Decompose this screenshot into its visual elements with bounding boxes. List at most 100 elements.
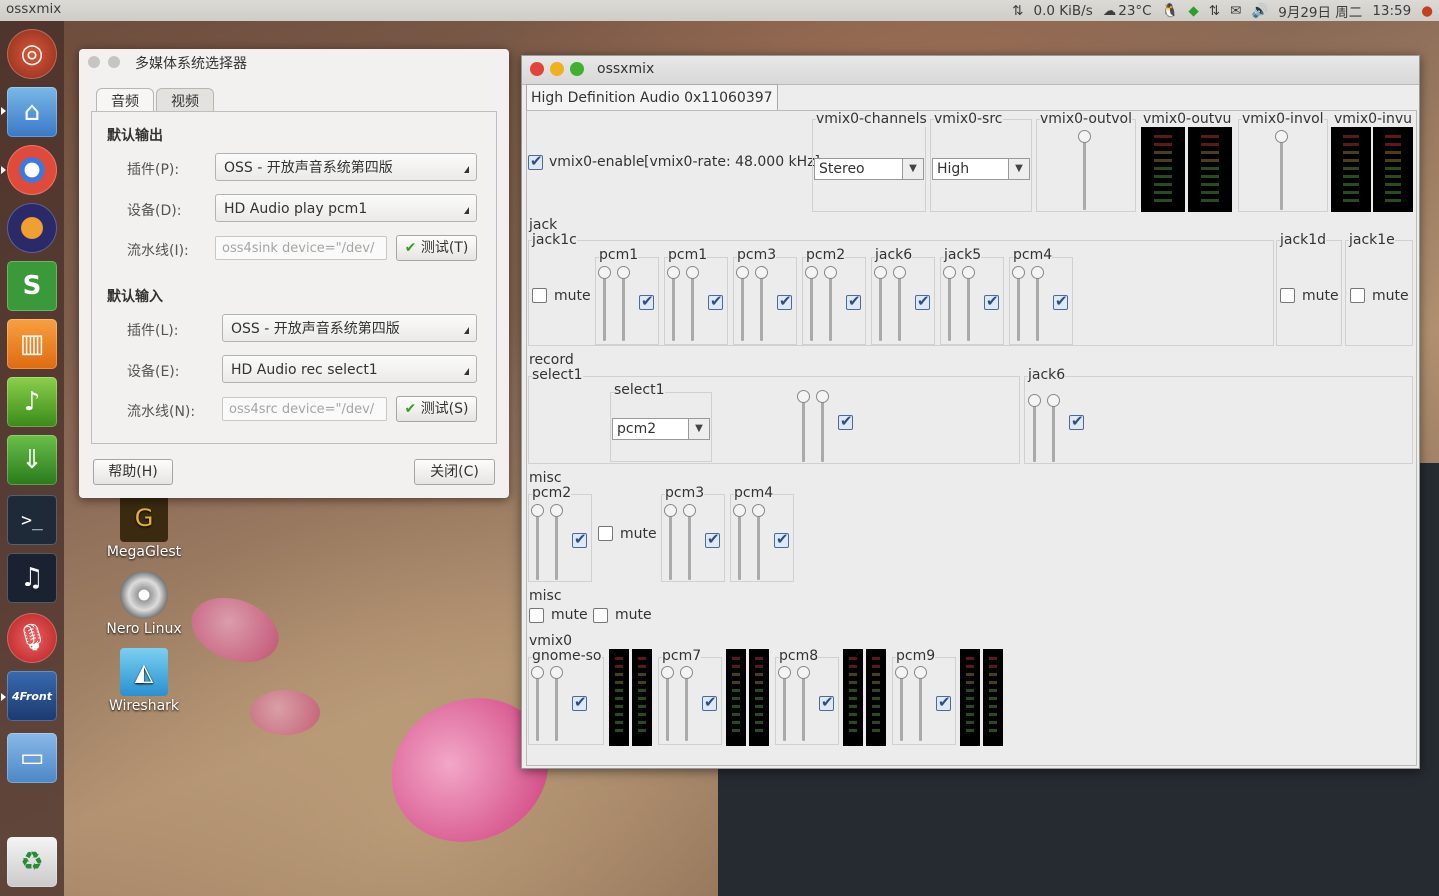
jack-channel-slider-right[interactable] — [1031, 266, 1044, 279]
music-player-icon[interactable]: ♪ — [7, 377, 57, 427]
jack-channel-checkbox[interactable] — [846, 292, 861, 310]
desktop-icon-megaglest[interactable]: G MegaGlest — [96, 494, 192, 560]
vmix0-channel-slider-right[interactable] — [914, 666, 927, 679]
misc-pcm4-checkbox[interactable] — [774, 530, 789, 548]
spreadsheet-icon[interactable]: S — [7, 261, 57, 311]
misc-pcm3-slider-left[interactable] — [664, 504, 677, 517]
volume-icon[interactable]: 🔊 — [1251, 3, 1268, 19]
misc-pcm2-slider-left[interactable] — [531, 504, 544, 517]
vmix0-invol-slider[interactable] — [1275, 130, 1288, 143]
close-button[interactable]: 关闭(C) — [414, 459, 495, 485]
session-gear-icon[interactable]: ● — [1421, 3, 1433, 19]
workspace-icon[interactable]: ▭ — [7, 733, 57, 783]
jack-channel-slider-right[interactable] — [686, 266, 699, 279]
vmix0-channel-slider-left[interactable] — [778, 666, 791, 679]
download-icon[interactable]: ⇓ — [7, 435, 57, 485]
jack-channel-slider-left[interactable] — [874, 266, 887, 279]
clock-time[interactable]: 13:59 — [1372, 3, 1411, 19]
tab-audio[interactable]: 音频 — [96, 88, 154, 113]
vmix0-outvol-slider[interactable] — [1078, 130, 1091, 143]
close-window-icon[interactable] — [530, 62, 544, 76]
clock-date[interactable]: 9月29日 周二 — [1278, 1, 1362, 21]
vmix0-channel-checkbox[interactable] — [819, 693, 834, 711]
tab-video[interactable]: 视频 — [156, 88, 214, 113]
qq-penguin-icon[interactable]: 🐧 — [1162, 3, 1179, 19]
desktop-icon-nero[interactable]: Nero Linux — [96, 571, 192, 637]
audio-player-icon[interactable]: ♫ — [7, 553, 57, 603]
chrome-icon[interactable] — [7, 145, 57, 195]
vmix0-channel-checkbox[interactable] — [936, 693, 951, 711]
jack-channel-slider-right[interactable] — [617, 266, 630, 279]
tab-hd-audio[interactable]: High Definition Audio 0x11060397 — [526, 84, 778, 111]
jack-channel-slider-left[interactable] — [598, 266, 611, 279]
jack-channel-checkbox[interactable] — [708, 292, 723, 310]
vmix0-channel-checkbox[interactable] — [702, 693, 717, 711]
vmix0-src-select[interactable]: High ▼ — [932, 158, 1030, 180]
4front-icon[interactable]: 4Front — [7, 671, 57, 721]
files-icon[interactable]: ⌂ — [7, 87, 57, 137]
misc2-mute2-checkbox[interactable] — [593, 608, 608, 623]
software-center-icon[interactable]: ▥ — [7, 319, 57, 369]
jack-channel-slider-left[interactable] — [805, 266, 818, 279]
help-button[interactable]: 帮助(H) — [93, 459, 173, 485]
misc-pcm3-checkbox[interactable] — [705, 530, 720, 548]
jack-channel-slider-left[interactable] — [1012, 266, 1025, 279]
vmix0-enable-checkbox[interactable] — [528, 152, 543, 170]
vmix0-channel-slider-left[interactable] — [661, 666, 674, 679]
vmix0-channel-slider-right[interactable] — [680, 666, 693, 679]
jack1e-mute-checkbox[interactable] — [1350, 288, 1365, 303]
minimize-window-icon[interactable] — [108, 56, 120, 68]
misc-pcm2-checkbox[interactable] — [572, 530, 587, 548]
jack-channel-checkbox[interactable] — [639, 292, 654, 310]
jack-channel-slider-left[interactable] — [667, 266, 680, 279]
transfer-arrows-icon[interactable]: ⇅ — [1012, 3, 1023, 19]
jack-channel-checkbox[interactable] — [1053, 292, 1068, 310]
trash-icon[interactable]: ♻ — [7, 837, 57, 887]
vmix0-channel-slider-left[interactable] — [895, 666, 908, 679]
input-test-button[interactable]: ✔ 测试(S) — [396, 396, 477, 422]
jack-channel-slider-left[interactable] — [736, 266, 749, 279]
select1-volume-slider-left[interactable] — [797, 390, 810, 403]
eclipse-icon[interactable] — [7, 203, 57, 253]
ossxmix-titlebar[interactable]: ossxmix — [522, 56, 1419, 85]
vmix0-channel-checkbox[interactable] — [572, 693, 587, 711]
jack6-record-checkbox[interactable] — [1069, 412, 1084, 430]
ubuntu-home-icon[interactable]: ◎ — [7, 29, 57, 79]
vmix0-channel-slider-right[interactable] — [550, 666, 563, 679]
misc-mute-checkbox[interactable] — [598, 526, 613, 541]
weather-icon[interactable]: ☁ — [1103, 3, 1117, 19]
input-device-select[interactable]: HD Audio rec select1 — [222, 355, 477, 383]
weather-temp[interactable]: 23°C — [1118, 3, 1151, 19]
misc-pcm3-slider-right[interactable] — [683, 504, 696, 517]
jack-channel-slider-left[interactable] — [943, 266, 956, 279]
jack-channel-slider-right[interactable] — [755, 266, 768, 279]
input-plugin-select[interactable]: OSS - 开放声音系统第四版 — [222, 314, 477, 342]
vmix0-channels-select[interactable]: Stereo ▼ — [814, 158, 924, 180]
misc-pcm4-slider-right[interactable] — [752, 504, 765, 517]
input-pipeline-field[interactable]: oss4src device="/dev/ — [222, 397, 387, 421]
vmix0-channel-slider-right[interactable] — [797, 666, 810, 679]
record-source-select[interactable]: pcm2 ▼ — [612, 418, 710, 440]
jack-channel-slider-right[interactable] — [962, 266, 975, 279]
minimize-window-icon[interactable] — [550, 62, 564, 76]
output-plugin-select[interactable]: OSS - 开放声音系统第四版 — [215, 153, 477, 181]
jack-channel-checkbox[interactable] — [777, 292, 792, 310]
jack1d-mute-checkbox[interactable] — [1280, 288, 1295, 303]
select1-volume-slider-right[interactable] — [816, 390, 829, 403]
output-pipeline-field[interactable]: oss4sink device="/dev/ — [215, 236, 387, 260]
select1-enable-checkbox[interactable] — [838, 412, 853, 430]
net-speed[interactable]: 0.0 KiB/s — [1034, 3, 1093, 19]
desktop-icon-wireshark[interactable]: ◭ Wireshark — [96, 648, 192, 714]
jack-channel-checkbox[interactable] — [984, 292, 999, 310]
output-device-select[interactable]: HD Audio play pcm1 — [215, 194, 477, 222]
jack-channel-checkbox[interactable] — [915, 292, 930, 310]
misc2-mute1-checkbox[interactable] — [529, 608, 544, 623]
output-test-button[interactable]: ✔ 测试(T) — [396, 235, 477, 261]
jack-channel-slider-right[interactable] — [824, 266, 837, 279]
sound-recorder-icon[interactable]: 🎙 — [7, 613, 57, 663]
mail-icon[interactable]: ✉ — [1230, 3, 1241, 19]
misc-pcm4-slider-left[interactable] — [733, 504, 746, 517]
dialog-titlebar[interactable]: 多媒体系统选择器 — [79, 49, 509, 75]
network-icon[interactable]: ⇅ — [1209, 3, 1220, 19]
jack-channel-slider-right[interactable] — [893, 266, 906, 279]
